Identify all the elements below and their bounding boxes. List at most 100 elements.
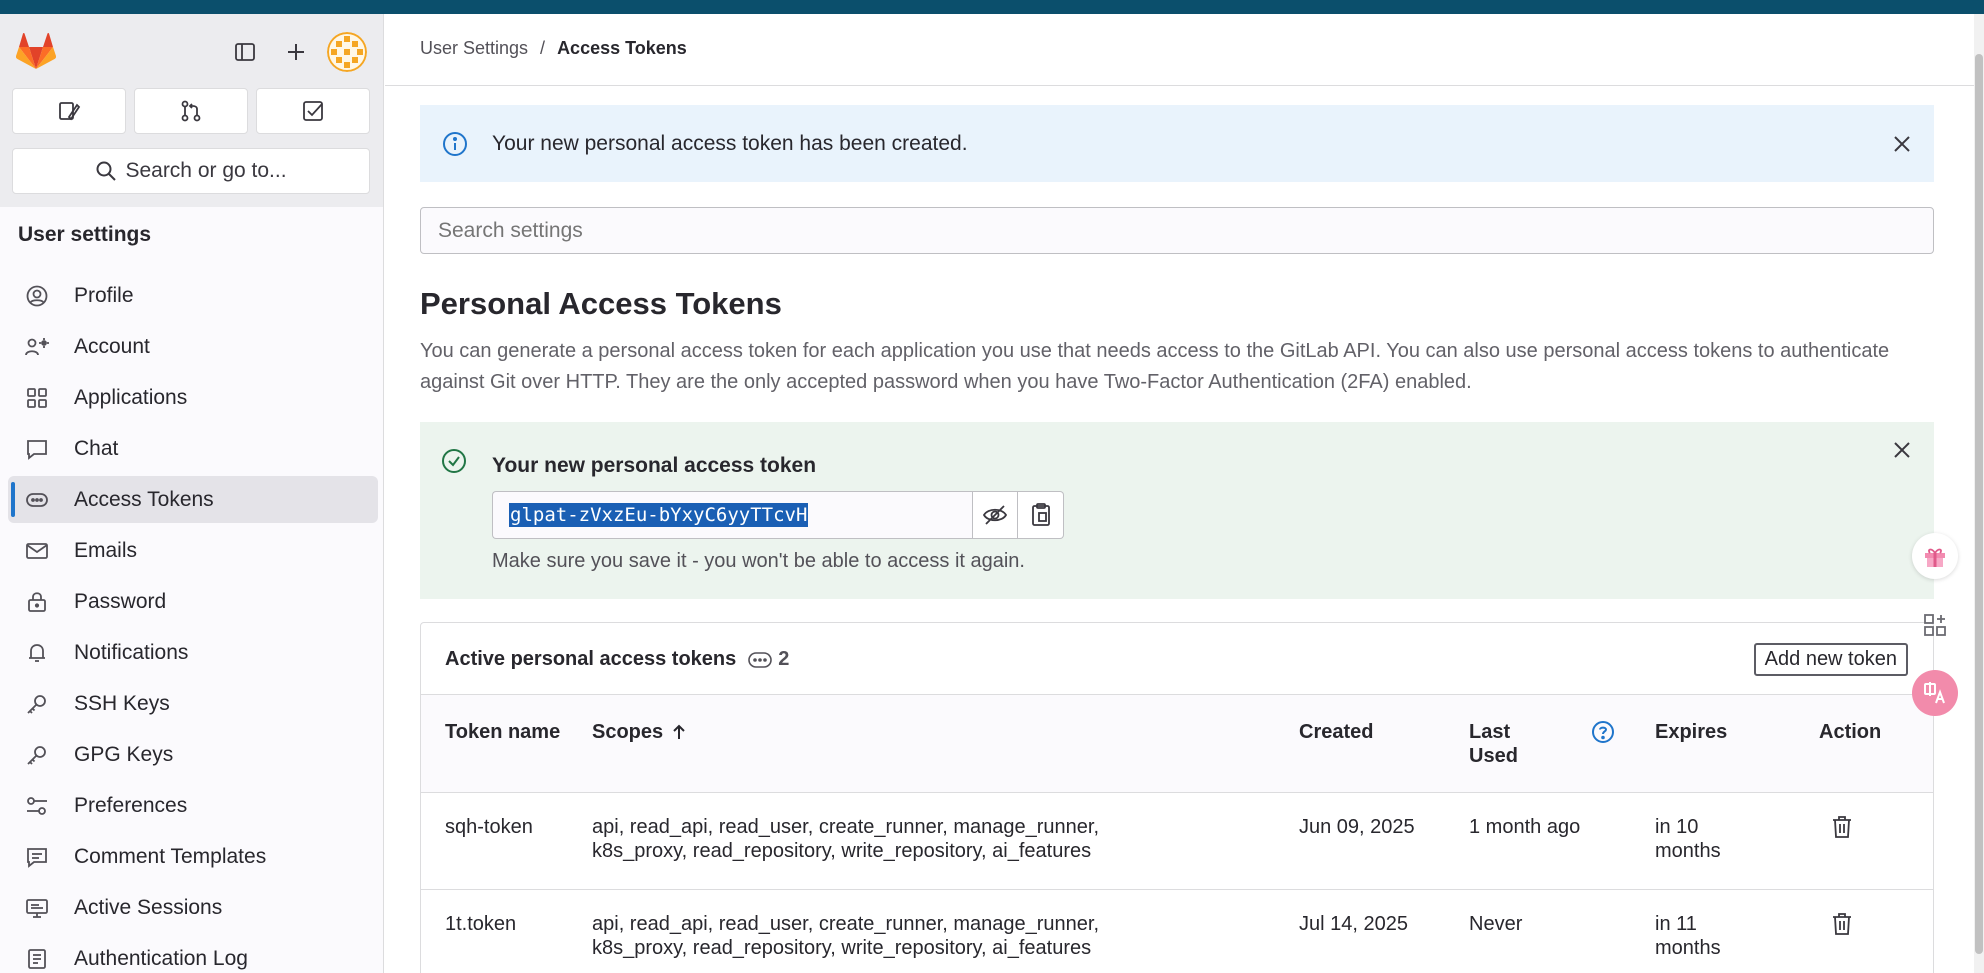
token-created-cell: Jun 09, 2025 — [1299, 815, 1415, 838]
todos-button[interactable] — [256, 88, 370, 134]
merge-requests-button[interactable] — [134, 88, 248, 134]
card-header: Active personal access tokens 2 Add new … — [421, 623, 1933, 695]
tokens-table: Token name Scopes Created Last Used Expi… — [421, 695, 1933, 973]
new-token-title: Your new personal access token — [492, 454, 817, 477]
sidebar-item-account[interactable]: Account — [8, 323, 378, 370]
profile-icon — [22, 281, 52, 311]
column-scopes[interactable]: Scopes — [592, 695, 1299, 792]
card-title: Active personal access tokens — [445, 648, 737, 670]
sort-arrow-up-icon — [673, 724, 685, 739]
sidebar-item-active-sessions[interactable]: Active Sessions — [8, 884, 378, 931]
search-icon — [96, 161, 117, 181]
eye-slash-icon — [982, 505, 1008, 525]
token-action-cell — [1819, 889, 1933, 973]
breadcrumb-user-settings[interactable]: User Settings — [420, 38, 528, 59]
sidebar-nav: Profile Account Applications Chat Access… — [8, 272, 378, 973]
help-icon[interactable] — [1591, 720, 1615, 744]
issues-button[interactable] — [12, 88, 126, 134]
sidebar-toggle-icon[interactable] — [227, 34, 263, 70]
sidebar-item-preferences[interactable]: Preferences — [8, 782, 378, 829]
create-new-icon[interactable] — [278, 34, 314, 70]
user-avatar[interactable] — [327, 32, 367, 72]
column-expires[interactable]: Expires — [1655, 695, 1819, 792]
column-scopes-label: Scopes — [592, 721, 664, 743]
account-icon — [22, 332, 52, 362]
browser-top-strip — [0, 0, 1984, 14]
new-token-alert: Your new personal access token glpat-zVx… — [420, 422, 1934, 599]
gift-icon — [1925, 548, 1945, 567]
close-icon[interactable] — [1890, 132, 1914, 156]
issues-icon — [59, 102, 81, 121]
sidebar-item-emails[interactable]: Emails — [8, 527, 378, 574]
revoke-trash-icon[interactable] — [1831, 912, 1853, 942]
sidebar-item-access-tokens[interactable]: Access Tokens — [8, 476, 378, 523]
search-settings-input[interactable] — [420, 207, 1934, 254]
apps-widget-button[interactable] — [1912, 602, 1958, 648]
token-scopes-cell: api, read_api, read_user, create_runner,… — [592, 815, 1100, 862]
column-created[interactable]: Created — [1299, 695, 1469, 792]
key-icon — [22, 740, 52, 770]
table-row: 1t.token api, read_api, read_user, creat… — [421, 889, 1933, 973]
token-expires-cell: in 10 months — [1655, 815, 1721, 862]
token-last-used-cell: 1 month ago — [1469, 815, 1581, 838]
breadcrumb-access-tokens[interactable]: Access Tokens — [557, 38, 687, 59]
sidebar-item-label: Applications — [74, 385, 188, 409]
table-row: sqh-token api, read_api, read_user, crea… — [421, 792, 1933, 889]
token-icon — [748, 651, 773, 668]
key-icon — [22, 689, 52, 719]
gift-widget-button[interactable] — [1912, 533, 1958, 579]
column-last-used-label: Last Used — [1469, 721, 1518, 767]
sidebar-item-gpg-keys[interactable]: GPG Keys — [8, 731, 378, 778]
token-count-badge: 2 — [748, 648, 789, 671]
sidebar-item-label: Profile — [74, 283, 134, 307]
merge-request-icon — [181, 100, 201, 122]
sidebar-item-applications[interactable]: Applications — [8, 374, 378, 421]
token-last-used-cell: Never — [1469, 912, 1523, 935]
translate-widget-button[interactable] — [1912, 670, 1958, 716]
copy-token-button[interactable] — [1018, 491, 1064, 539]
sidebar: Search or go to... User settings Profile… — [0, 14, 384, 973]
page-scrollbar[interactable] — [1974, 14, 1984, 973]
toggle-visibility-button[interactable] — [972, 491, 1018, 539]
sidebar-item-label: Account — [74, 334, 150, 358]
mail-icon — [22, 536, 52, 566]
search-or-go-to-button[interactable]: Search or go to... — [12, 148, 370, 194]
token-save-note: Make sure you save it - you won't be abl… — [492, 550, 1025, 572]
sidebar-item-label: Comment Templates — [74, 844, 267, 868]
sidebar-item-profile[interactable]: Profile — [8, 272, 378, 319]
breadcrumb-separator: / — [540, 38, 546, 58]
sidebar-item-comment-templates[interactable]: Comment Templates — [8, 833, 378, 880]
applications-icon — [22, 383, 52, 413]
card-title-group: Active personal access tokens 2 — [445, 648, 789, 671]
token-name-cell: 1t.token — [445, 912, 517, 935]
token-value-field[interactable]: glpat-zVxzEu-bYxyC6yyTTcvH — [492, 491, 972, 539]
gitlab-logo-icon[interactable] — [16, 32, 56, 70]
add-new-token-button[interactable]: Add new token — [1753, 643, 1908, 676]
revoke-trash-icon[interactable] — [1831, 815, 1853, 845]
column-token-name[interactable]: Token name — [421, 695, 592, 792]
sidebar-header: Search or go to... — [0, 14, 383, 207]
sidebar-item-chat[interactable]: Chat — [8, 425, 378, 472]
info-icon — [443, 131, 467, 156]
scrollbar-thumb[interactable] — [1975, 54, 1983, 954]
sidebar-item-password[interactable]: Password — [8, 578, 378, 625]
sidebar-item-label: SSH Keys — [74, 691, 170, 715]
sidebar-item-notifications[interactable]: Notifications — [8, 629, 378, 676]
search-label: Search or go to... — [125, 159, 287, 182]
token-value[interactable]: glpat-zVxzEu-bYxyC6yyTTcvH — [509, 503, 809, 527]
sidebar-item-label: Emails — [74, 538, 138, 562]
info-alert-text: Your new personal access token has been … — [492, 131, 968, 155]
sidebar-item-label: Preferences — [74, 793, 188, 817]
column-last-used[interactable]: Last Used — [1469, 695, 1655, 792]
sidebar-item-label: Password — [74, 589, 167, 613]
sidebar-item-label: Active Sessions — [74, 895, 223, 919]
page-description: You can generate a personal access token… — [420, 340, 1890, 393]
sidebar-item-authentication-log[interactable]: Authentication Log — [8, 935, 378, 973]
close-icon[interactable] — [1890, 438, 1914, 462]
token-created-cell: Jul 14, 2025 — [1299, 912, 1408, 935]
sidebar-item-ssh-keys[interactable]: SSH Keys — [8, 680, 378, 727]
sidebar-item-label: Notifications — [74, 640, 189, 664]
info-alert: Your new personal access token has been … — [420, 105, 1934, 182]
sidebar-item-label: Access Tokens — [74, 487, 214, 511]
main-content: User Settings / Access Tokens Your new p… — [385, 14, 1974, 973]
